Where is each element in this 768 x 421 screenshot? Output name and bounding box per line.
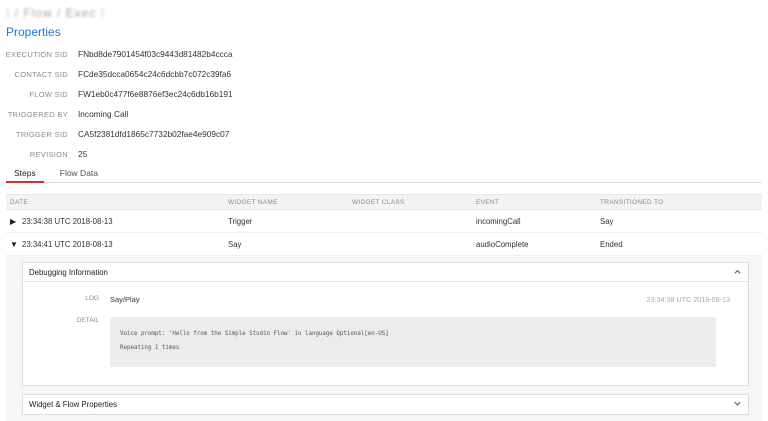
property-value: FNbd8de7901454f03c9443d81482b4ccca	[78, 49, 233, 59]
property-label: EXECUTION SID	[5, 49, 68, 59]
tab-bar: Steps Flow Data	[6, 165, 762, 183]
property-value: FW1eb0c477f6e8876ef3ec24c6db16b191	[78, 89, 233, 99]
table-row[interactable]: ▶ 23:34:38 UTC 2018-08-13 Trigger incomi…	[6, 210, 762, 233]
property-row-revision: REVISION 25	[0, 144, 500, 164]
column-header-date[interactable]: DATE	[6, 199, 224, 206]
table-header: DATE WIDGET NAME WIDGET CLASS EVENT TRAN…	[6, 194, 762, 210]
card-title: Widget & Flow Properties	[29, 400, 117, 409]
property-row-trigger-sid: TRIGGER SID CA5f2381dfd1865c7732b02fae4e…	[0, 124, 500, 144]
detail-box: Voice prompt: 'Hello from the Simple Stu…	[110, 317, 716, 367]
property-value: FCde35dcca0654c24c6dcbb7c072c39fa6	[78, 69, 232, 79]
chevron-up-icon[interactable]	[733, 267, 742, 278]
table-row[interactable]: ▼ 23:34:41 UTC 2018-08-13 Say audioCompl…	[6, 233, 762, 256]
cell-widget-name: Trigger	[228, 216, 253, 226]
property-label: CONTACT SID	[14, 69, 68, 79]
cell-transitioned-to: Ended	[600, 239, 623, 249]
debugging-information-card: Debugging Information LOG Say/Play 23:34…	[22, 262, 749, 386]
column-header-event[interactable]: EVENT	[472, 199, 596, 206]
expand-triangle-icon[interactable]: ▶	[10, 217, 20, 226]
date-text: 23:34:38 UTC 2018-08-13	[22, 216, 113, 226]
property-value: 25	[78, 149, 88, 159]
detail-label: DETAIL	[76, 317, 99, 324]
log-label: LOG	[85, 295, 99, 302]
page-title: Properties	[6, 25, 61, 39]
date-text: 23:34:41 UTC 2018-08-13	[22, 239, 113, 249]
tab-steps[interactable]: Steps	[6, 168, 44, 183]
cell-widget-name: Say	[228, 239, 242, 249]
column-header-widget-name[interactable]: WIDGET NAME	[224, 199, 348, 206]
widget-flow-properties-card: Widget & Flow Properties	[22, 394, 749, 415]
chevron-down-icon[interactable]	[733, 399, 742, 410]
property-label: FLOW SID	[29, 89, 68, 99]
property-label: TRIGGERED BY	[7, 109, 68, 119]
execution-page: ⁞ / Flow / Exec ⁞ Properties EXECUTION S…	[0, 0, 768, 421]
property-value: CA5f2381dfd1865c7732b02fae4e909c07	[78, 129, 230, 139]
cell-date: ▼ 23:34:41 UTC 2018-08-13	[6, 240, 224, 249]
debugging-information-header[interactable]: Debugging Information	[23, 263, 748, 282]
steps-table: DATE WIDGET NAME WIDGET CLASS EVENT TRAN…	[6, 194, 762, 256]
cell-event: audioComplete	[476, 239, 529, 249]
property-row-triggered-by: TRIGGERED BY Incoming Call	[0, 104, 500, 124]
log-timestamp: 23:34:38 UTC 2018-08-13	[646, 295, 730, 304]
column-header-transitioned-to[interactable]: TRANSITIONED TO	[596, 199, 756, 206]
property-row-contact-sid: CONTACT SID FCde35dcca0654c24c6dcbb7c072…	[0, 64, 500, 84]
cell-transitioned-to: Say	[600, 216, 614, 226]
property-value: Incoming Call	[78, 109, 129, 119]
expanded-step-panel: Debugging Information LOG Say/Play 23:34…	[6, 256, 762, 421]
collapse-triangle-icon[interactable]: ▼	[10, 240, 20, 249]
cell-date: ▶ 23:34:38 UTC 2018-08-13	[6, 217, 224, 226]
widget-flow-properties-header[interactable]: Widget & Flow Properties	[23, 395, 748, 414]
breadcrumb-text: ⁞ / Flow / Exec ⁞	[6, 6, 106, 20]
tab-flow-data[interactable]: Flow Data	[52, 168, 106, 182]
property-label: TRIGGER SID	[15, 129, 68, 139]
column-header-widget-class[interactable]: WIDGET CLASS	[348, 199, 472, 206]
log-value: Say/Play	[110, 295, 140, 304]
property-label: REVISION	[29, 149, 68, 159]
card-title: Debugging Information	[29, 267, 108, 277]
properties-list: EXECUTION SID FNbd8de7901454f03c9443d814…	[0, 44, 500, 164]
log-row: LOG Say/Play 23:34:38 UTC 2018-08-13	[23, 295, 748, 305]
property-row-execution-sid: EXECUTION SID FNbd8de7901454f03c9443d814…	[0, 44, 500, 64]
property-row-flow-sid: FLOW SID FW1eb0c477f6e8876ef3ec24c6db16b…	[0, 84, 500, 104]
breadcrumb: ⁞ / Flow / Exec ⁞	[6, 6, 105, 20]
cell-event: incomingCall	[476, 216, 521, 226]
